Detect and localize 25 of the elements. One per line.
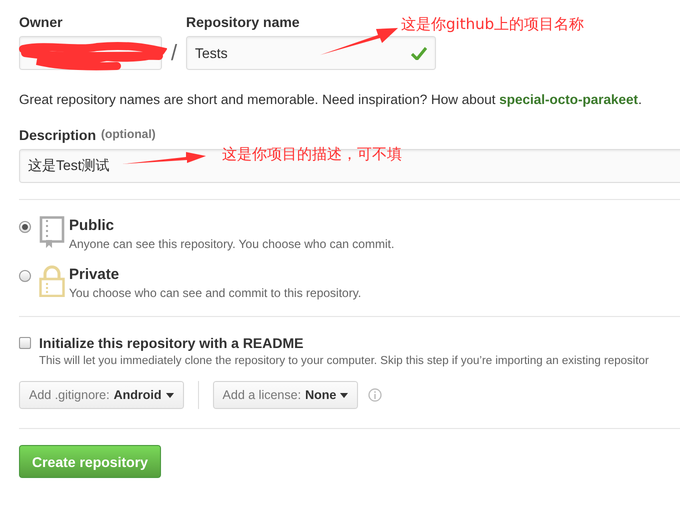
checkbox[interactable]: [19, 337, 31, 349]
arrow-icon: [318, 25, 400, 57]
info-icon: [368, 388, 382, 402]
caret-icon: [340, 392, 348, 398]
dropdown-button[interactable]: Add .gitignore: Android: [19, 381, 184, 409]
caret-icon: [166, 392, 174, 398]
checkbox-description: This will let you immediately clone the repository to your computer. Skip this step if you’re importing an existing repositor: [39, 355, 650, 367]
optional-text: (optional): [101, 127, 156, 141]
field-label: Repository name: [186, 14, 300, 30]
field-label: Description: [19, 127, 96, 143]
radio-button[interactable]: [19, 221, 31, 233]
option-label: Public: [69, 216, 116, 236]
repository-name-field[interactable]: Tests: [186, 36, 436, 70]
option-description: Anyone can see this repository. You choose who can commit.: [69, 236, 394, 252]
radio-button[interactable]: [19, 270, 31, 282]
option-label: Private: [69, 265, 120, 285]
dropdown-button[interactable]: Add a license: None: [212, 381, 358, 409]
book-icon: [39, 216, 65, 248]
hint-text: Great repository names are short and memorable. Need inspiration? How about special-octo-parakeet.: [19, 92, 643, 107]
lock-icon: [39, 265, 65, 297]
separator-slash: /: [170, 39, 178, 67]
field-label: Owner: [19, 14, 63, 30]
option-description: You choose who can see and commit to this repository.: [69, 285, 362, 301]
checkbox-label: Initialize this repository with a README: [39, 335, 304, 351]
annotation-text: 这是你github上的项目名称: [401, 15, 584, 34]
